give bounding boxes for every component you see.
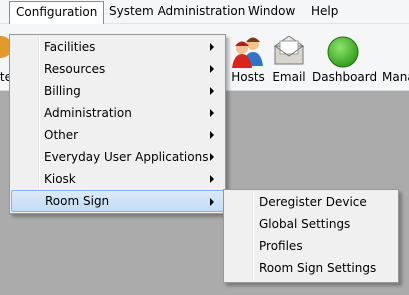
dashboard-label: Dashboard [312, 70, 378, 84]
submenu-arrow-icon [210, 175, 214, 183]
submenu-arrow-icon [210, 109, 214, 117]
submenu-arrow-icon [210, 153, 214, 161]
menu-item-label: Kiosk [44, 172, 76, 186]
menu-item-deregister-device[interactable]: Deregister Device [226, 191, 396, 213]
toolbar-partial-right-label: Mana [382, 70, 409, 84]
menu-item-label: Other [44, 128, 79, 142]
menu-bar: Configuration System Administration Wind… [0, 0, 409, 24]
configuration-menu: Facilities Resources Billing Administrat… [9, 34, 226, 214]
menu-item-room-sign[interactable]: Room Sign [11, 190, 224, 212]
menu-item-billing[interactable]: Billing [12, 80, 223, 102]
menu-item-facilities[interactable]: Facilities [12, 36, 223, 58]
hosts-icon [231, 36, 265, 71]
submenu-arrow-icon [210, 65, 214, 73]
menu-item-other[interactable]: Other [12, 124, 223, 146]
submenu-arrow-icon [210, 131, 214, 139]
menu-item-label: Room Sign Settings [259, 261, 377, 275]
menu-configuration[interactable]: Configuration [9, 1, 105, 24]
hosts-button[interactable]: Hosts [228, 24, 268, 88]
menu-item-administration[interactable]: Administration [12, 102, 223, 124]
menu-item-profiles[interactable]: Profiles [226, 235, 396, 257]
room-sign-submenu: Deregister Device Global Settings Profil… [223, 189, 399, 283]
menu-item-label: Profiles [259, 239, 303, 253]
dashboard-button[interactable]: Dashboard [312, 24, 378, 88]
submenu-arrow-icon [210, 198, 214, 206]
toolbar-partial-right-button[interactable]: Mana [378, 24, 409, 88]
submenu-arrow-icon [210, 87, 214, 95]
dashboard-icon [327, 36, 359, 71]
menu-item-label: Room Sign [45, 194, 110, 208]
menu-window[interactable]: Window [242, 1, 301, 21]
email-button[interactable]: Email [270, 24, 308, 88]
menu-item-resources[interactable]: Resources [12, 58, 223, 80]
menu-item-label: Resources [44, 62, 106, 76]
menu-item-label: Everyday User Applications [44, 150, 209, 164]
hosts-label: Hosts [231, 70, 265, 84]
menu-item-label: Administration [44, 106, 132, 120]
menu-item-label: Deregister Device [259, 195, 367, 209]
email-icon [273, 35, 305, 69]
menu-item-everyday-user-applications[interactable]: Everyday User Applications [12, 146, 223, 168]
menu-item-label: Billing [44, 84, 81, 98]
email-label: Email [272, 70, 306, 84]
menu-item-room-sign-settings[interactable]: Room Sign Settings [226, 257, 396, 279]
menu-item-kiosk[interactable]: Kiosk [12, 168, 223, 190]
submenu-arrow-icon [210, 43, 214, 51]
menu-item-label: Global Settings [259, 217, 351, 231]
menu-help[interactable]: Help [305, 1, 344, 21]
menu-system-administration[interactable]: System Administration [103, 1, 251, 21]
menu-item-label: Facilities [44, 40, 96, 54]
menu-item-global-settings[interactable]: Global Settings [226, 213, 396, 235]
